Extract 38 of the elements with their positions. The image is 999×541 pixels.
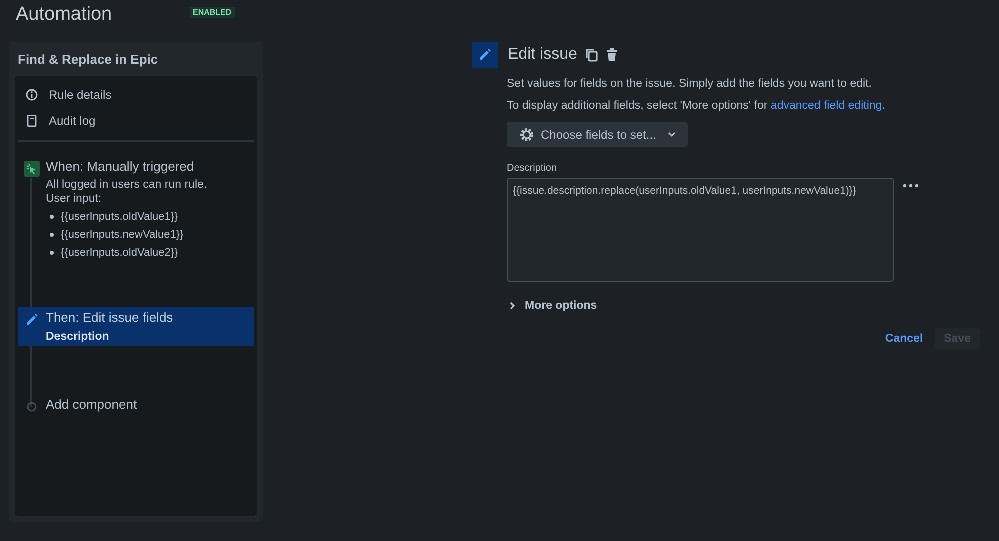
user-input-variable: {{userInputs.oldValue2}} bbox=[61, 247, 178, 259]
pencil-icon bbox=[472, 42, 498, 68]
bullet-icon bbox=[50, 215, 54, 219]
pencil-icon bbox=[24, 312, 40, 328]
trash-icon[interactable] bbox=[605, 48, 620, 62]
step-item[interactable]: Add component bbox=[18, 394, 254, 419]
user-input-variable: {{userInputs.newValue1}} bbox=[61, 229, 184, 241]
info-icon bbox=[26, 89, 38, 101]
step-description: All logged in users can run rule. bbox=[46, 178, 208, 192]
description-field[interactable]: {{issue.description.replace(userInputs.oldValue1, userInputs.newValue1)}} bbox=[507, 178, 894, 282]
choose-fields-button[interactable]: Choose fields to set... bbox=[507, 122, 688, 147]
nav-item[interactable]: Audit log bbox=[18, 108, 254, 134]
cancel-button[interactable]: Cancel bbox=[881, 328, 928, 350]
hint-text: To display additional fields, select 'More options' for advanced field editing. bbox=[507, 100, 886, 112]
bullet-icon bbox=[50, 251, 54, 255]
empty-circle-icon bbox=[27, 402, 37, 412]
step-item[interactable]: When: Manually triggered All logged in users can run rule. User input: {{userInputs.oldValue1}} {{userInputs.newValue1}} {{userInputs.oldValue2}} bbox=[18, 156, 254, 271]
copy-icon[interactable] bbox=[585, 48, 600, 62]
advanced-editing-link[interactable]: advanced field editing bbox=[770, 100, 882, 112]
more-options-toggle[interactable]: More options bbox=[507, 300, 600, 312]
more-icon[interactable] bbox=[903, 184, 919, 188]
bullet-icon bbox=[50, 233, 54, 237]
document-icon bbox=[26, 115, 38, 127]
step-item[interactable]: Then: Edit issue fields Description bbox=[18, 307, 254, 346]
step-subtitle: User input: bbox=[46, 192, 103, 206]
chevron-down-icon bbox=[668, 132, 676, 138]
status-badge: ENABLED bbox=[190, 6, 235, 18]
user-input-variable: {{userInputs.oldValue1}} bbox=[61, 211, 178, 223]
editor-title: Edit issue bbox=[508, 46, 578, 64]
gear-icon bbox=[519, 126, 535, 142]
chevron-right-icon bbox=[509, 302, 517, 310]
step-detail: Description bbox=[46, 331, 110, 343]
page-title: Automation bbox=[16, 4, 114, 26]
field-label: Description bbox=[507, 163, 558, 174]
cursor-click-icon bbox=[24, 161, 40, 177]
nav-item[interactable]: Rule details bbox=[18, 82, 254, 108]
intro-text: Set values for fields on the issue. Simply add the fields you want to edit. bbox=[507, 78, 874, 90]
rule-name: Find & Replace in Epic bbox=[17, 52, 160, 69]
